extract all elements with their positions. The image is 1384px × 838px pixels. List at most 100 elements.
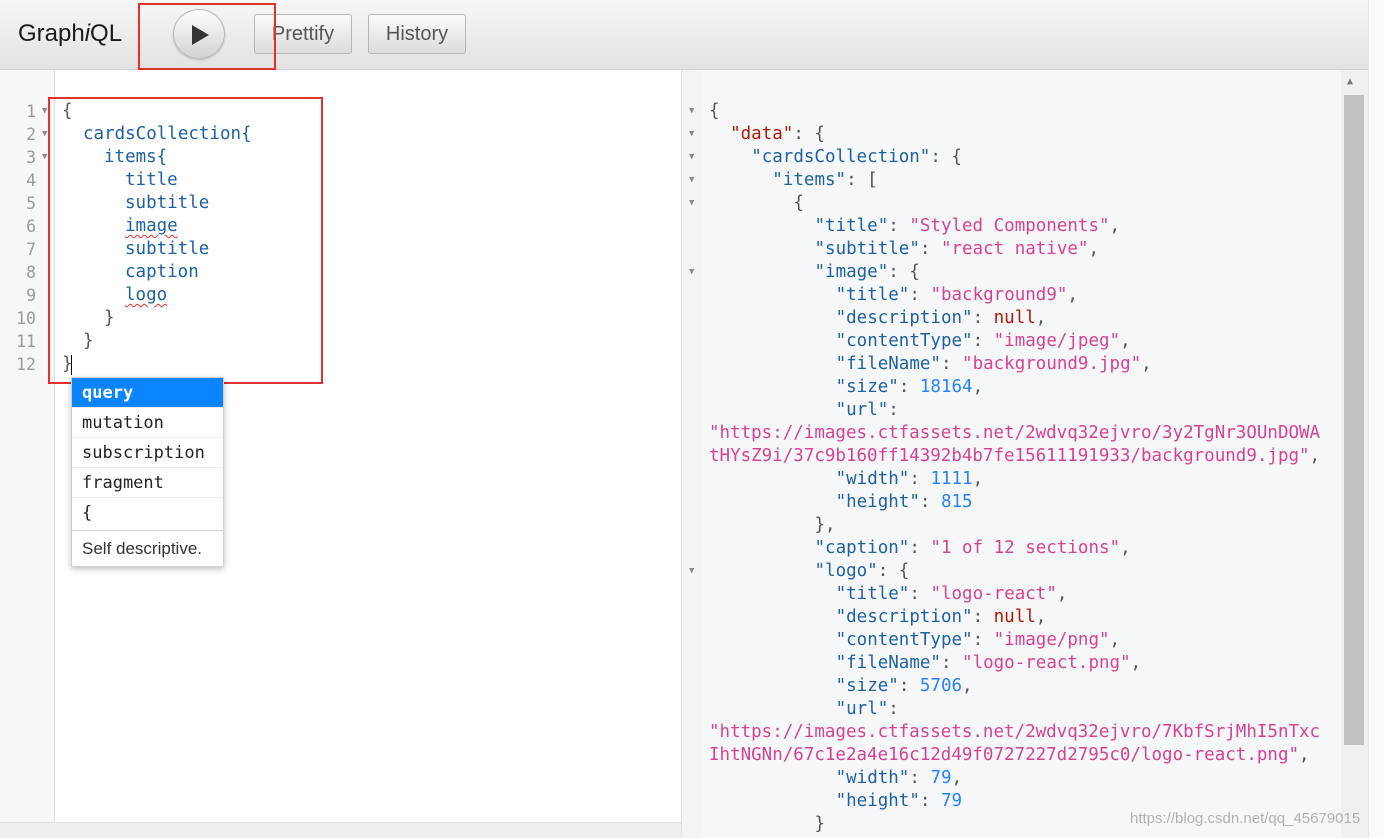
result-value: "image/png"	[993, 630, 1110, 650]
result-token: :	[888, 400, 899, 420]
result-token: :	[972, 607, 994, 627]
result-value: "items"	[772, 170, 847, 190]
fold-arrow-icon[interactable]: ▼	[42, 146, 47, 169]
result-line: "logo": {	[815, 560, 910, 583]
result-token: ,	[972, 469, 984, 489]
result-token: :	[888, 216, 910, 236]
result-line: "cardsCollection": {	[751, 146, 962, 169]
fold-arrow-icon[interactable]: ▼	[42, 123, 47, 146]
line-number: 1	[26, 102, 36, 121]
result-token: "description"	[835, 607, 973, 627]
result-token: :	[919, 239, 941, 259]
result-token: :	[919, 492, 941, 512]
line-number: 5	[26, 194, 36, 213]
result-token: "width"	[835, 469, 910, 489]
result-token: }	[814, 814, 826, 834]
result-line: "title": "Styled Components",	[815, 215, 1121, 238]
result-value: null	[993, 308, 1036, 328]
result-token: :	[898, 676, 920, 696]
query-horizontal-scrollbar[interactable]	[0, 822, 681, 838]
result-line: },	[815, 514, 836, 537]
result-token: :	[909, 584, 931, 604]
line-number: 8	[26, 263, 36, 282]
result-token: "width"	[835, 768, 910, 788]
result-token: :	[919, 791, 941, 811]
result-scrollbar-thumb[interactable]	[1344, 95, 1364, 745]
result-value: 815	[940, 492, 973, 512]
autocomplete-item-query[interactable]: query	[72, 378, 223, 408]
fold-arrow-icon[interactable]: ▼	[689, 192, 694, 215]
result-line: "subtitle": "react native",	[815, 238, 1100, 261]
fold-arrow-icon[interactable]: ▼	[42, 100, 47, 123]
result-value: "image/jpeg"	[993, 331, 1121, 351]
result-token: ,	[1299, 745, 1310, 765]
fold-arrow-icon[interactable]: ▼	[689, 146, 694, 169]
result-line: tHYsZ9i/37c9b160ff14392b4b7fe15611191933…	[709, 445, 1320, 468]
result-token: ,	[1035, 308, 1047, 328]
graphiql-logo: GraphiQL	[18, 20, 123, 47]
result-token: "size"	[835, 377, 899, 397]
fold-arrow-icon[interactable]: ▼	[689, 261, 694, 284]
fold-arrow-icon[interactable]: ▼	[689, 123, 694, 146]
result-token: ,	[962, 676, 973, 696]
line-number: 7	[26, 240, 36, 259]
result-value: 5706	[919, 676, 963, 696]
autocomplete-item-mutation[interactable]: mutation	[72, 408, 223, 438]
history-button[interactable]: History	[368, 14, 466, 54]
result-token: :	[898, 377, 920, 397]
autocomplete-item-subscription[interactable]: subscription	[72, 438, 223, 468]
page-scrollbar[interactable]	[1368, 0, 1384, 838]
result-token: ,	[1141, 354, 1152, 374]
result-token: "url"	[835, 400, 889, 420]
result-token: :	[940, 354, 963, 374]
result-value: "https://images.ctfassets.net/2wdvq32ejv…	[709, 722, 1321, 742]
result-token: : {	[888, 262, 920, 282]
result-value: "https://images.ctfassets.net/2wdvq32ejv…	[709, 423, 1321, 443]
result-line: IhtNGNn/67c1e2a4e16c12d49f0727227d2795c0…	[709, 744, 1310, 767]
result-line: "description": null,	[836, 307, 1047, 330]
result-token: :	[972, 630, 994, 650]
result-line: "size": 18164,	[836, 376, 984, 399]
autocomplete-item-brace[interactable]: {	[72, 498, 223, 528]
result-value: "background9"	[930, 285, 1068, 305]
fold-arrow-icon[interactable]: ▼	[689, 100, 694, 123]
result-token: "title"	[814, 216, 889, 236]
result-token: : [	[846, 170, 878, 190]
result-token: : {	[930, 147, 962, 167]
result-token: "url"	[835, 699, 889, 719]
result-line: "https://images.ctfassets.net/2wdvq32ejv…	[709, 721, 1320, 744]
autocomplete-item-fragment[interactable]: fragment	[72, 468, 223, 498]
result-token: "image"	[814, 262, 889, 282]
result-value: 79	[940, 791, 963, 811]
result-line: "height": 79	[836, 790, 962, 813]
result-token: :	[972, 331, 994, 351]
autocomplete-dropdown: query mutation subscription fragment { S…	[71, 377, 224, 567]
result-token: :	[888, 699, 899, 719]
result-token: "logo"	[814, 561, 878, 581]
line-number: 9	[26, 286, 36, 305]
result-token: :	[909, 285, 931, 305]
result-token: ,	[951, 768, 963, 788]
result-value: "cardsCollection"	[751, 147, 931, 167]
result-token: ,	[1035, 607, 1047, 627]
line-number: 6	[26, 217, 36, 236]
result-value: 18164	[919, 377, 973, 397]
result-line: "items": [	[772, 169, 877, 192]
result-token: {	[709, 101, 720, 121]
line-number: 4	[26, 171, 36, 190]
result-value: "data"	[730, 124, 794, 144]
result-line: "description": null,	[836, 606, 1047, 629]
line-number: 12	[16, 355, 36, 374]
result-line: "contentType": "image/png",	[836, 629, 1121, 652]
fold-arrow-icon[interactable]: ▼	[689, 169, 694, 192]
line-number: 3	[26, 148, 36, 167]
result-token: ,	[1120, 538, 1131, 558]
result-value: 1111	[930, 469, 973, 489]
result-value: tHYsZ9i/37c9b160ff14392b4b7fe15611191933…	[709, 446, 1310, 466]
scroll-up-arrow-icon[interactable]: ▲	[1347, 76, 1353, 87]
result-line: "width": 1111,	[836, 468, 984, 491]
result-value: "1 of 12 sections"	[930, 538, 1121, 558]
result-token: "contentType"	[835, 630, 973, 650]
fold-arrow-icon[interactable]: ▼	[689, 560, 694, 583]
result-value: "Styled Components"	[909, 216, 1110, 236]
